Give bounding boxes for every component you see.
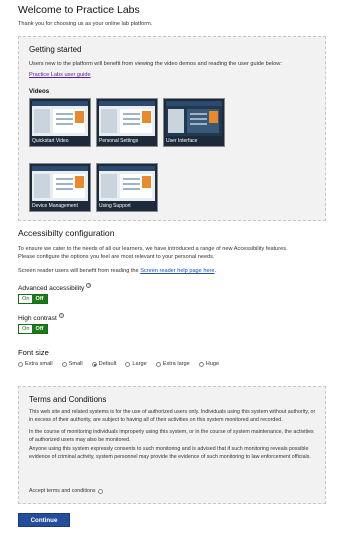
getting-started-heading: Getting started [29, 45, 82, 54]
accessibility-intro-line1: To ensure we cater to the needs of all o… [18, 246, 288, 252]
radio-button[interactable] [198, 362, 204, 368]
video-using-support[interactable]: Using Support [96, 163, 158, 212]
advanced-accessibility-toggle[interactable]: On Off [18, 294, 48, 304]
radio-button-selected[interactable] [91, 362, 97, 368]
toggle-off-option[interactable]: Off [32, 295, 47, 303]
terms-heading: Terms and Conditions [29, 395, 107, 404]
radio-button[interactable] [61, 362, 67, 368]
radio-button[interactable] [125, 362, 131, 368]
font-size-huge[interactable]: Huge [198, 361, 220, 369]
user-guide-link[interactable]: Practice Labs user guide [29, 72, 91, 80]
video-thumbnail-image [166, 101, 222, 136]
terms-panel: Terms and Conditions This web site and r… [18, 386, 326, 504]
help-icon[interactable]: ? [58, 313, 64, 318]
font-size-extra-large[interactable]: Extra large [155, 361, 190, 369]
getting-started-text: Users new to the platform will benefit f… [29, 61, 282, 67]
font-size-extra-small[interactable]: Extra small [18, 361, 53, 369]
help-icon[interactable]: ? [86, 283, 92, 288]
video-user-interface[interactable]: User Interface [163, 98, 225, 147]
radio-label: Extra small [25, 361, 53, 367]
accept-terms-option[interactable]: Accept terms and conditions [29, 488, 103, 495]
toggle-off-option[interactable]: Off [32, 325, 47, 333]
screen-reader-suffix: . [214, 268, 217, 274]
screen-reader-text: Screen reader users will benefit from re… [18, 268, 216, 276]
toggle-on-option[interactable]: On [19, 295, 33, 303]
accessibility-heading: Accessibilty configuration [18, 228, 115, 238]
page-title: Welcome to Practice Labs [18, 4, 140, 16]
video-label: Device Management [32, 203, 78, 210]
videos-heading: Videos [29, 88, 50, 95]
radio-label: Huge [205, 361, 220, 367]
high-contrast-label: High contrast? [18, 313, 64, 324]
screen-reader-prefix: Screen reader users will benefit from re… [18, 268, 141, 274]
video-thumbnail-image [99, 166, 155, 201]
video-label: Personal Settings [99, 138, 139, 145]
advanced-accessibility-label: Advanced accessibility? [18, 283, 92, 294]
high-contrast-text: High contrast [18, 315, 57, 323]
accept-terms-label: Accept terms and conditions [29, 488, 96, 494]
font-size-large[interactable]: Large [125, 361, 147, 369]
high-contrast-toggle[interactable]: On Off [18, 324, 48, 334]
video-label: Quickstart Video [32, 138, 69, 145]
radio-label: Extra large [162, 361, 190, 367]
continue-button[interactable]: Continue [18, 513, 70, 527]
video-quickstart[interactable]: Quickstart Video [29, 98, 91, 147]
video-label: User Interface [166, 138, 198, 145]
video-personal-settings[interactable]: Personal Settings [96, 98, 158, 147]
video-thumbnail-image [32, 166, 88, 201]
terms-paragraph-3: Anyone using this system expressly conse… [29, 446, 311, 460]
video-label: Using Support [99, 203, 131, 210]
toggle-on-option[interactable]: On [19, 325, 33, 333]
screen-reader-help-link[interactable]: Screen reader help page here [140, 268, 214, 274]
font-size-options: Extra small Small Default Large Extra la… [18, 361, 219, 369]
radio-label: Large [132, 361, 147, 367]
font-size-label: Font size [18, 348, 49, 357]
video-thumbnail-image [99, 101, 155, 136]
radio-label: Small [68, 361, 83, 367]
intro-text: Thank you for choosing us as your online… [18, 21, 153, 27]
terms-paragraph-1: This web site and related systems is for… [29, 409, 316, 423]
radio-button[interactable] [155, 362, 161, 368]
advanced-accessibility-text: Advanced accessibility [18, 285, 85, 293]
accessibility-intro-line2: Please configure the options you feel ar… [18, 254, 215, 260]
getting-started-panel: Getting started Users new to the platfor… [18, 36, 326, 221]
font-size-default[interactable]: Default [91, 361, 117, 369]
terms-paragraph-2: In the course of monitoring individuals … [29, 429, 314, 443]
font-size-small[interactable]: Small [61, 361, 83, 369]
radio-label: Default [98, 361, 117, 367]
video-device-management[interactable]: Device Management [29, 163, 91, 212]
radio-button[interactable] [18, 362, 23, 368]
accept-terms-radio[interactable] [97, 489, 103, 495]
video-thumbnail-image [32, 101, 88, 136]
